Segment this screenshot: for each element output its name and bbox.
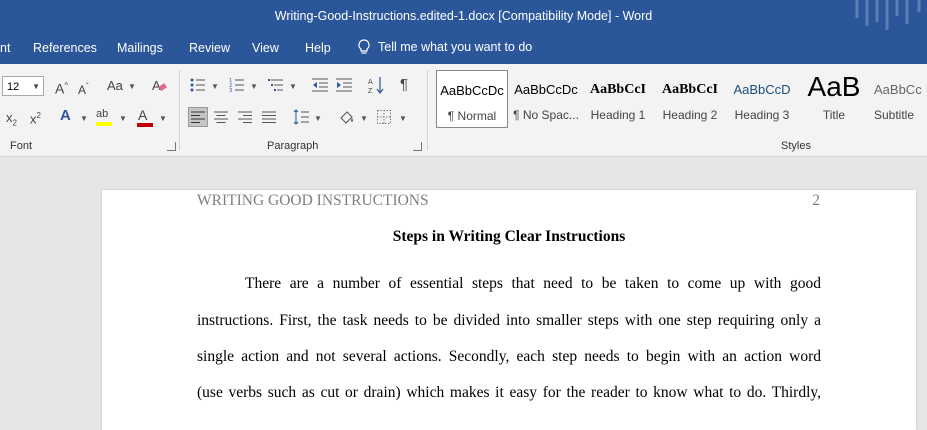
- font-color-bar: [137, 123, 153, 127]
- increase-indent-icon[interactable]: [336, 78, 352, 92]
- font-size-box[interactable]: 12 ▼: [2, 76, 44, 96]
- font-color-icon[interactable]: A: [138, 107, 147, 123]
- tab-review[interactable]: Review: [189, 41, 230, 55]
- style-name: Title: [822, 108, 846, 122]
- style-no-spacing[interactable]: AaBbCcDc ¶ No Spac...: [510, 70, 582, 128]
- justify-icon[interactable]: [262, 111, 276, 123]
- ribbon: 12 ▼ A^ Aˇ Aa ▼ A x2 x2 A ▼ ab ▼ A ▼ Fon…: [0, 64, 927, 157]
- window-title: Writing-Good-Instructions.edited-1.docx …: [274, 9, 653, 23]
- body-text-line: single action and not several actions. S…: [197, 348, 821, 365]
- style-heading-3[interactable]: AaBbCcD Heading 3: [726, 70, 798, 128]
- highlight-color-bar: [96, 122, 112, 126]
- chevron-down-icon[interactable]: ▼: [159, 114, 167, 123]
- shrink-font-icon[interactable]: Aˇ: [78, 79, 89, 98]
- grow-font-icon[interactable]: A^: [55, 78, 68, 97]
- font-group-label: Font: [10, 140, 33, 152]
- chevron-down-icon[interactable]: ▼: [360, 114, 368, 123]
- paragraph-group-label: Paragraph: [267, 140, 319, 152]
- document-heading: Steps in Writing Clear Instructions: [392, 228, 626, 245]
- change-case-icon[interactable]: Aa: [107, 78, 123, 94]
- style-name: Heading 3: [734, 108, 790, 122]
- borders-icon[interactable]: [377, 110, 391, 124]
- lightbulb-icon: [358, 39, 370, 54]
- style-preview: AaBbCcDc: [514, 82, 578, 97]
- tab-view[interactable]: View: [252, 41, 279, 55]
- font-size-value: 12: [7, 81, 20, 93]
- tab-help[interactable]: Help: [305, 41, 331, 55]
- ribbon-tabs: nt References Mailings Review View Help …: [0, 34, 927, 64]
- style-heading-2[interactable]: AaBbCcI Heading 2: [654, 70, 726, 128]
- line-spacing-icon[interactable]: [293, 109, 309, 125]
- show-formatting-icon[interactable]: ¶: [400, 77, 408, 93]
- paragraph-dialog-launcher-icon[interactable]: [413, 142, 422, 151]
- document-page[interactable]: WRITING GOOD INSTRUCTIONS 2 Steps in Wri…: [102, 190, 916, 430]
- tab-references[interactable]: References: [33, 41, 97, 55]
- font-dialog-launcher-icon[interactable]: [167, 142, 176, 151]
- body-text-line: There are a number of essential steps th…: [245, 275, 821, 292]
- tell-me-label: Tell me what you want to do: [378, 40, 533, 54]
- multilevel-list-icon[interactable]: [268, 78, 284, 92]
- align-center-icon[interactable]: [214, 111, 228, 123]
- style-name: Heading 1: [590, 108, 646, 122]
- page-number: 2: [812, 192, 820, 209]
- chevron-down-icon[interactable]: ▼: [289, 82, 297, 91]
- sort-icon[interactable]: A Z: [368, 76, 384, 94]
- align-left-icon[interactable]: [191, 111, 205, 123]
- chevron-down-icon: ▼: [32, 82, 40, 91]
- document-area: WRITING GOOD INSTRUCTIONS 2 Steps in Wri…: [0, 157, 927, 430]
- group-divider: [179, 70, 180, 150]
- styles-gallery: AaBbCcDc ¶ Normal AaBbCcDc ¶ No Spac... …: [436, 70, 927, 128]
- style-preview: AaB: [807, 72, 861, 102]
- tell-me-search[interactable]: Tell me what you want to do: [358, 39, 532, 55]
- chevron-down-icon[interactable]: ▼: [211, 82, 219, 91]
- style-heading-1[interactable]: AaBbCcI Heading 1: [582, 70, 654, 128]
- chevron-down-icon[interactable]: ▼: [119, 114, 127, 123]
- style-preview: AaBbCcDc: [440, 83, 504, 98]
- style-preview: AaBbCcI: [661, 82, 718, 97]
- svg-text:A: A: [152, 78, 161, 93]
- style-title[interactable]: AaB Title: [798, 70, 870, 128]
- body-text-line: (use verbs such as cut or drain) which m…: [197, 384, 821, 401]
- style-name: Heading 2: [662, 108, 718, 122]
- superscript-icon[interactable]: x2: [30, 108, 41, 127]
- svg-text:A: A: [368, 79, 373, 86]
- style-name: ¶ No Spac...: [513, 108, 579, 122]
- style-normal[interactable]: AaBbCcDc ¶ Normal: [436, 70, 508, 128]
- tab-mailings[interactable]: Mailings: [117, 41, 163, 55]
- style-preview: AaBbCc: [874, 82, 922, 97]
- styles-group-label: Styles: [781, 140, 811, 152]
- chevron-down-icon[interactable]: ▼: [80, 114, 88, 123]
- group-divider: [427, 70, 428, 150]
- bullets-icon[interactable]: [190, 78, 206, 92]
- style-name: ¶ Normal: [447, 109, 497, 123]
- subscript-icon[interactable]: x2: [6, 110, 17, 132]
- chevron-down-icon[interactable]: ▼: [399, 114, 407, 123]
- align-right-icon[interactable]: [238, 111, 252, 123]
- text-effects-icon[interactable]: A: [60, 108, 71, 124]
- style-preview: AaBbCcI: [589, 82, 646, 97]
- clear-formatting-icon[interactable]: A: [151, 77, 167, 93]
- highlight-icon[interactable]: ab: [96, 106, 108, 122]
- style-preview: AaBbCcD: [733, 82, 791, 97]
- chevron-down-icon[interactable]: ▼: [128, 82, 136, 91]
- svg-text:Z: Z: [368, 88, 373, 94]
- chevron-down-icon[interactable]: ▼: [314, 114, 322, 123]
- title-bar-decoration: [855, 0, 921, 30]
- style-subtitle[interactable]: AaBbCc Subtitle: [870, 70, 927, 128]
- running-header: WRITING GOOD INSTRUCTIONS: [197, 192, 429, 209]
- numbering-icon[interactable]: 123: [229, 78, 245, 92]
- shading-icon[interactable]: [338, 109, 356, 127]
- title-bar: Writing-Good-Instructions.edited-1.docx …: [0, 0, 927, 34]
- decrease-indent-icon[interactable]: [312, 78, 328, 92]
- tab-layout[interactable]: nt: [0, 41, 10, 55]
- svg-text:3: 3: [229, 88, 232, 92]
- body-text-line: instructions. First, the task needs to b…: [197, 312, 821, 329]
- style-name: Subtitle: [874, 108, 915, 122]
- chevron-down-icon[interactable]: ▼: [250, 82, 258, 91]
